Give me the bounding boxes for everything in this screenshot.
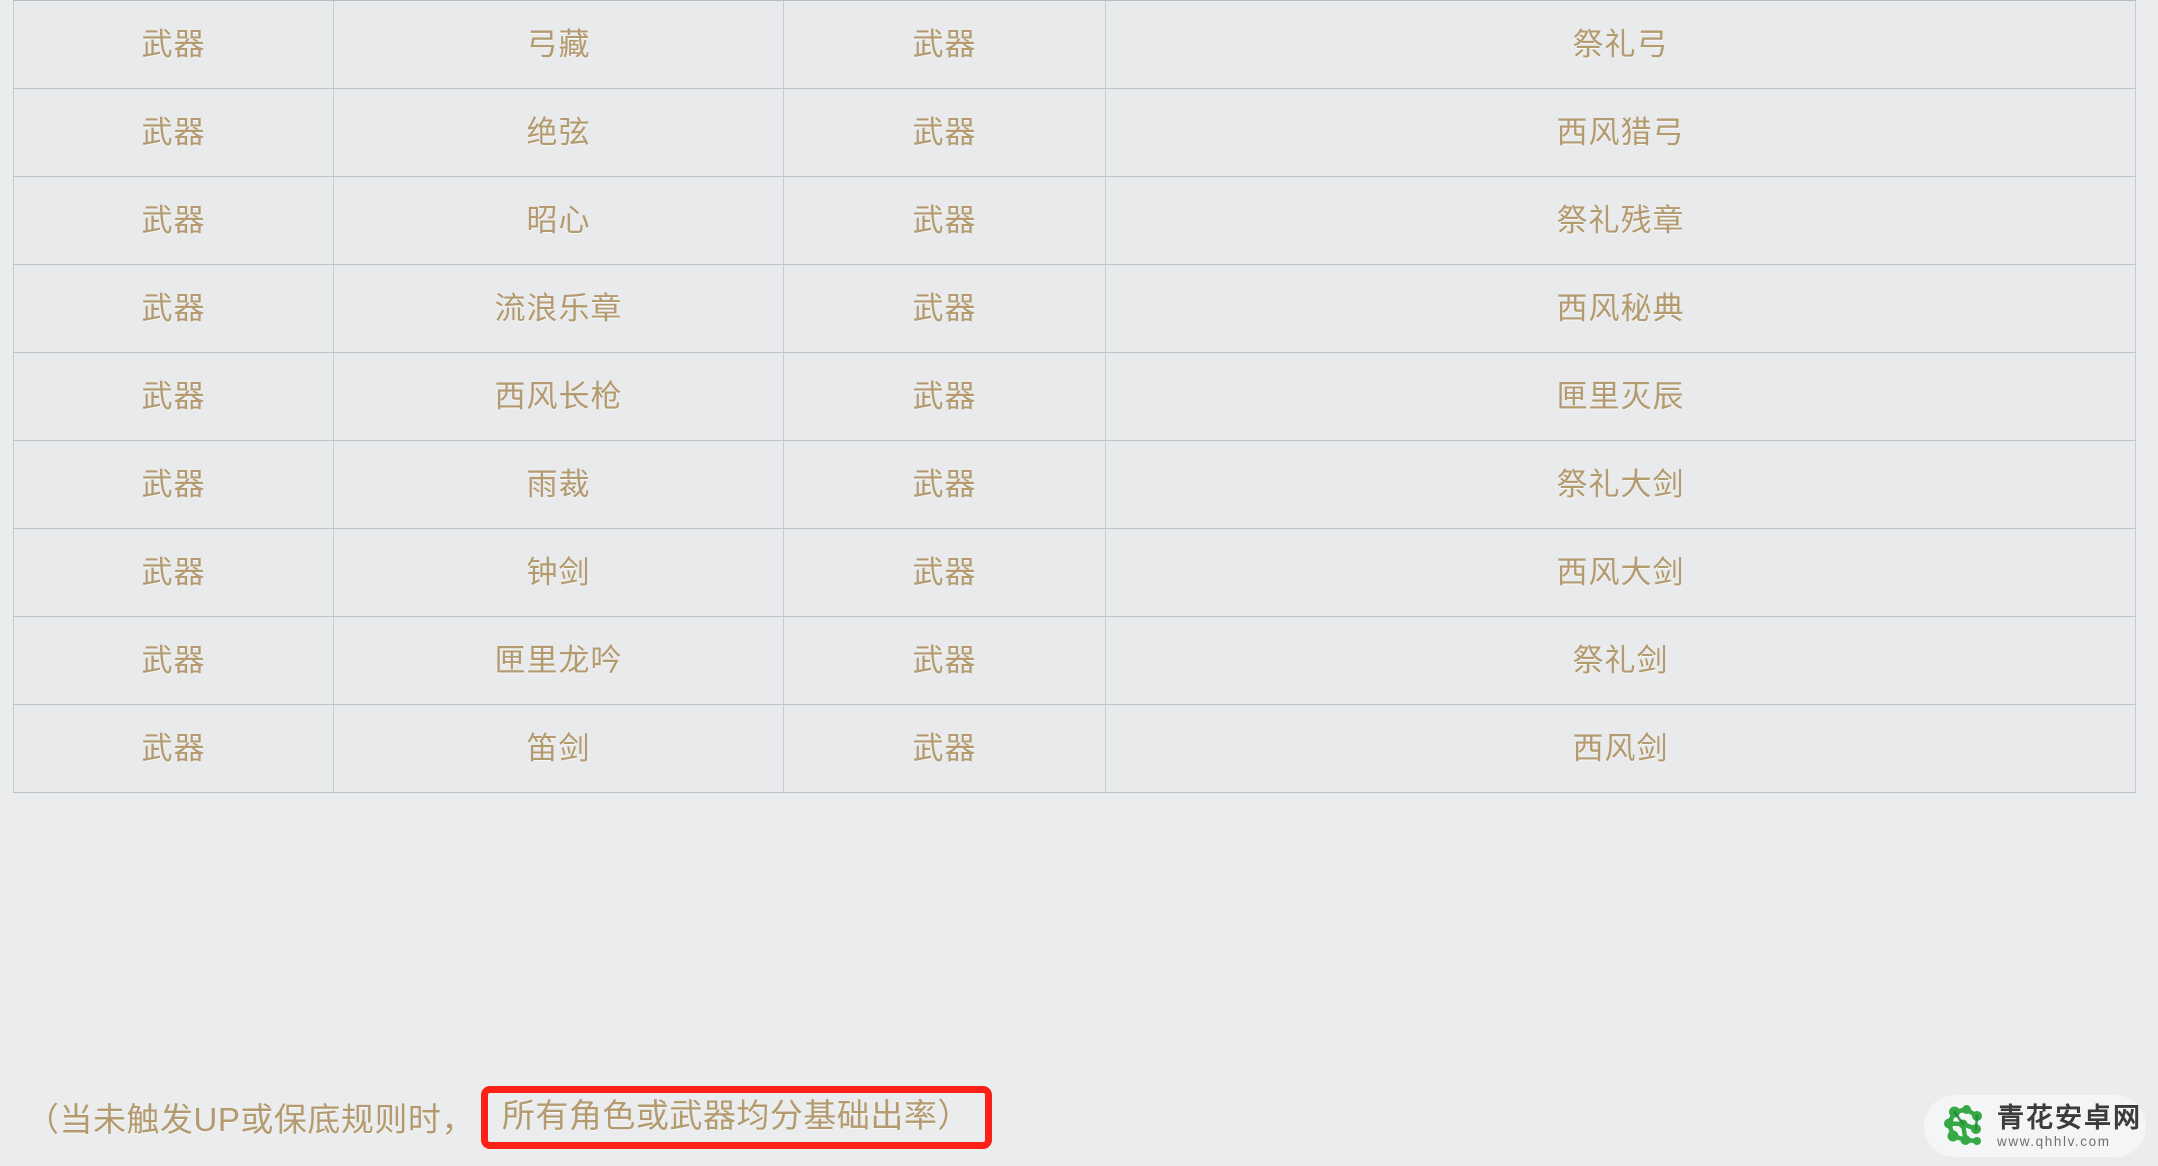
cell-type-right: 武器	[783, 175, 1106, 265]
cell-name-right: 西风秘典	[1105, 263, 2136, 353]
cell-type-right: 武器	[783, 0, 1106, 89]
cell-type-right: 武器	[783, 615, 1106, 705]
cell-name-right: 祭礼残章	[1105, 175, 2136, 265]
cell-name-left: 西风长枪	[333, 351, 784, 441]
footer-note-plain: （当未触发UP或保底规则时，	[26, 1101, 475, 1138]
qinghua-logo-icon	[1938, 1101, 1988, 1151]
cell-type-right: 武器	[783, 439, 1106, 529]
cell-name-left: 匣里龙吟	[333, 615, 784, 705]
cell-type-left: 武器	[13, 263, 334, 353]
cell-name-left: 昭心	[333, 175, 784, 265]
footer-note: （当未触发UP或保底规则时， 所有角色或武器均分基础出率）	[26, 1085, 992, 1149]
cell-name-left: 弓藏	[333, 0, 784, 89]
footer-note-highlighted: 所有角色或武器均分基础出率）	[480, 1085, 992, 1149]
table-row: 武器 钟剑 武器 西风大剑	[13, 527, 2136, 617]
cell-name-right: 祭礼大剑	[1105, 439, 2136, 529]
cell-type-left: 武器	[13, 175, 334, 265]
cell-name-left: 流浪乐章	[333, 263, 784, 353]
cell-type-left: 武器	[13, 527, 334, 617]
table-row: 武器 西风长枪 武器 匣里灭辰	[13, 351, 2136, 441]
cell-name-right: 西风大剑	[1105, 527, 2136, 617]
table-row: 武器 昭心 武器 祭礼残章	[13, 175, 2136, 265]
cell-name-right: 西风剑	[1105, 703, 2136, 793]
weapon-pool-table: 武器 弓藏 武器 祭礼弓 武器 绝弦 武器 西风猎弓 武器 昭心 武器 祭礼残章…	[13, 0, 2136, 793]
table-row: 武器 笛剑 武器 西风剑	[13, 703, 2136, 793]
table-row: 武器 流浪乐章 武器 西风秘典	[13, 263, 2136, 353]
cell-type-right: 武器	[783, 703, 1106, 793]
table-row: 武器 雨裁 武器 祭礼大剑	[13, 439, 2136, 529]
site-watermark: 青花安卓网 www.qhhlv.com	[1924, 1095, 2146, 1157]
cell-name-right: 西风猎弓	[1105, 87, 2136, 177]
cell-name-left: 绝弦	[333, 87, 784, 177]
cell-type-right: 武器	[783, 263, 1106, 353]
watermark-site-name: 青花安卓网	[1997, 1102, 2142, 1133]
cell-type-left: 武器	[13, 87, 334, 177]
watermark-site-url: www.qhhlv.com	[1997, 1133, 2111, 1149]
cell-name-left: 笛剑	[333, 703, 784, 793]
cell-name-left: 雨裁	[333, 439, 784, 529]
cell-type-left: 武器	[13, 0, 334, 89]
table-row: 武器 匣里龙吟 武器 祭礼剑	[13, 615, 2136, 705]
table-row: 武器 绝弦 武器 西风猎弓	[13, 87, 2136, 177]
cell-type-right: 武器	[783, 87, 1106, 177]
cell-type-left: 武器	[13, 351, 334, 441]
watermark-text: 青花安卓网 www.qhhlv.com	[1997, 1102, 2142, 1149]
table-row: 武器 弓藏 武器 祭礼弓	[13, 0, 2136, 89]
cell-type-right: 武器	[783, 351, 1106, 441]
cell-name-right: 祭礼弓	[1105, 0, 2136, 89]
table-body: 武器 弓藏 武器 祭礼弓 武器 绝弦 武器 西风猎弓 武器 昭心 武器 祭礼残章…	[13, 0, 2136, 793]
cell-name-left: 钟剑	[333, 527, 784, 617]
cell-type-right: 武器	[783, 527, 1106, 617]
cell-name-right: 祭礼剑	[1105, 615, 2136, 705]
page-root: 武器 弓藏 武器 祭礼弓 武器 绝弦 武器 西风猎弓 武器 昭心 武器 祭礼残章…	[0, 0, 2158, 1166]
cell-type-left: 武器	[13, 703, 334, 793]
cell-name-right: 匣里灭辰	[1105, 351, 2136, 441]
cell-type-left: 武器	[13, 615, 334, 705]
cell-type-left: 武器	[13, 439, 334, 529]
